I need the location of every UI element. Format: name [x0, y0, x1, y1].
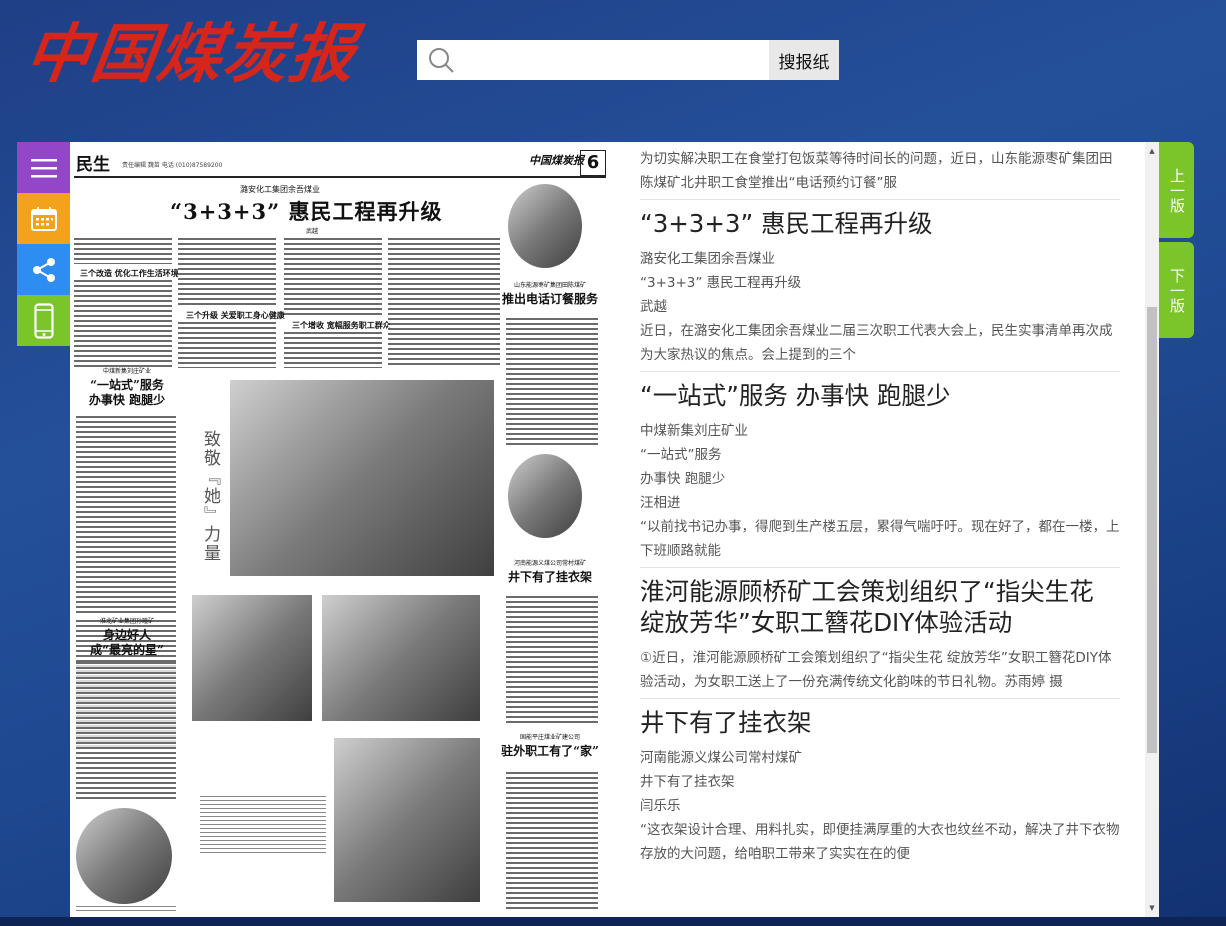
article-line: ①近日，淮河能源顾桥矿工会策划组织了“指尖生花 绽放芳华”女职工簪花DIY体验活…	[640, 650, 1112, 690]
scroll-down-arrow-icon[interactable]: ▼	[1145, 903, 1159, 913]
article-title-home[interactable]: 驻外职工有了“家”	[500, 744, 600, 759]
article-title[interactable]: 井下有了挂衣架	[640, 707, 1120, 738]
text-block	[284, 332, 382, 368]
article-title-canteen[interactable]: 推出电话订餐服务	[500, 292, 600, 307]
article-title[interactable]: “一站式”服务 办事快 跑腿少	[640, 380, 1120, 411]
article-line: “这衣架设计合理、用料扎实，即便挂满厚重的大衣也纹丝不动，解决了井下衣物存放的大…	[640, 822, 1120, 862]
photo-caption	[76, 906, 176, 914]
article-line: 河南能源义煤公司常村煤矿	[640, 750, 802, 766]
bottom-bar	[0, 917, 1226, 926]
photo-caption	[200, 796, 326, 856]
scrollbar-thumb[interactable]	[1147, 307, 1157, 753]
main-article-byline: 武越	[306, 228, 319, 235]
article-line: 中煤新集刘庄矿业	[640, 423, 748, 439]
article-title-hanger[interactable]: 井下有了挂衣架	[500, 570, 600, 585]
article-item: “一站式”服务 办事快 跑腿少 中煤新集刘庄矿业 “一站式”服务 办事快 跑腿少…	[640, 380, 1120, 563]
article-line: 武越	[640, 299, 667, 315]
photo-group-walk	[334, 738, 480, 902]
article-snippet[interactable]: 为切实解决职工在食堂打包饭菜等待时间长的问题，近日，山东能源枣矿集团田陈煤矿北井…	[640, 147, 1120, 195]
text-block	[74, 238, 172, 264]
article-title[interactable]: 淮河能源顾桥矿工会策划组织了“指尖生花 绽放芳华”女职工簪花DIY体验活动	[640, 576, 1120, 638]
divider	[640, 371, 1120, 372]
newspaper-logo[interactable]: 中国煤炭报	[20, 14, 372, 96]
subhead: 三个改造 优化工作生活环境	[80, 269, 179, 278]
article-line: 汪相进	[640, 495, 681, 511]
text-block	[178, 322, 276, 368]
article-line: “以前找书记办事，得爬到生产楼五层，累得气喘吁吁。现在好了，都在一楼，上下班顺路…	[640, 519, 1120, 559]
section-editor-info: 责任编辑 魏苗 电话 (010)87589200	[122, 162, 223, 169]
photo-flower-crown	[230, 380, 494, 576]
masthead-mini: 中国煤炭报	[529, 154, 584, 167]
text-block	[506, 772, 598, 912]
section-name: 民生	[76, 155, 110, 175]
subhead: 三个增收 宽幅服务职工群众	[292, 321, 391, 330]
article-line: 潞安化工集团余吾煤业	[640, 251, 775, 267]
article-line: “3+3+3” 惠民工程再升级	[640, 275, 802, 291]
text-block	[178, 238, 276, 308]
search-button[interactable]: 搜报纸	[769, 40, 839, 80]
text-block	[506, 318, 598, 448]
mobile-button[interactable]	[17, 295, 70, 346]
article-list-panel: 为切实解决职工在食堂打包饭菜等待时间长的问题，近日，山东能源枣矿集团田陈煤矿北井…	[614, 142, 1145, 917]
article-line: 井下有了挂衣架	[640, 774, 735, 790]
article-line: 闫乐乐	[640, 798, 681, 814]
photo-canteen	[508, 184, 582, 268]
divider	[640, 199, 1120, 200]
photo-speech	[76, 808, 172, 904]
subhead: 三个升级 关爱职工身心健康	[186, 311, 285, 320]
article-title-goodperson[interactable]: 身边好人 成“最亮的星”	[74, 628, 180, 658]
mobile-icon	[33, 302, 54, 339]
photo-workshop	[322, 595, 480, 721]
search-input[interactable]	[463, 40, 767, 82]
page-number: 6	[580, 150, 606, 176]
scroll-up-arrow-icon[interactable]: ▲	[1145, 146, 1159, 156]
prev-page-button[interactable]: 上一版	[1159, 142, 1194, 238]
share-button[interactable]	[17, 244, 70, 295]
share-icon	[32, 257, 55, 282]
divider	[640, 567, 1120, 568]
main-article-headline[interactable]: “3+3+3” 惠民工程再升级	[170, 196, 443, 226]
menu-button[interactable]	[17, 142, 70, 193]
article-kicker: 中煤新集刘庄矿业	[102, 368, 151, 375]
menu-icon	[30, 158, 57, 177]
article-title-onestop[interactable]: “一站式”服务 办事快 跑腿少	[74, 378, 180, 408]
side-toolbar	[17, 142, 70, 346]
article-kicker: 国能平庄煤业矿建公司	[519, 734, 580, 741]
search-bar: 搜报纸	[417, 40, 839, 82]
text-block	[76, 662, 176, 802]
article-kicker: 淮北矿业集团孙疃矿	[99, 618, 154, 625]
article-list-scrollbar[interactable]: ▲ ▼	[1145, 142, 1159, 917]
article-title[interactable]: “3+3+3” 惠民工程再升级	[640, 208, 1120, 239]
text-block	[506, 596, 598, 726]
text-block	[76, 416, 176, 616]
newspaper-page-image[interactable]: 民生 责任编辑 魏苗 电话 (010)87589200 中国煤炭报 6 潞安化工…	[70, 142, 614, 917]
photo-diy-activity	[192, 595, 312, 721]
article-line: “一站式”服务	[640, 447, 722, 463]
divider	[640, 698, 1120, 699]
text-block	[74, 280, 172, 368]
text-block	[388, 238, 500, 368]
page-header: 民生 责任编辑 魏苗 电话 (010)87589200 中国煤炭报 6	[74, 150, 606, 178]
article-line: 近日，在潞安化工集团余吾煤业二届三次职工代表大会上，民生实事清单再次成为大家热议…	[640, 323, 1113, 363]
article-item: 淮河能源顾桥矿工会策划组织了“指尖生花 绽放芳华”女职工簪花DIY体验活动 ①近…	[640, 576, 1120, 694]
search-icon	[429, 48, 454, 73]
article-item: 井下有了挂衣架 河南能源义煤公司常村煤矿 井下有了挂衣架 闫乐乐 “这衣架设计合…	[640, 707, 1120, 866]
article-kicker: 山东能源枣矿集团田陈煤矿	[513, 282, 586, 289]
main-article-kicker[interactable]: 潞安化工集团余吾煤业	[240, 184, 320, 195]
calendar-button[interactable]	[17, 193, 70, 244]
article-item: “3+3+3” 惠民工程再升级 潞安化工集团余吾煤业 “3+3+3” 惠民工程再…	[640, 208, 1120, 367]
photo-feature-title[interactable]: 致敬『她』力量	[198, 430, 223, 563]
article-kicker: 河南能源义煤公司常村煤矿	[513, 560, 586, 567]
calendar-icon	[30, 206, 57, 231]
next-page-button[interactable]: 下一版	[1159, 242, 1194, 338]
article-line: 办事快 跑腿少	[640, 471, 726, 487]
text-block	[284, 238, 382, 318]
photo-hanger	[508, 454, 582, 538]
